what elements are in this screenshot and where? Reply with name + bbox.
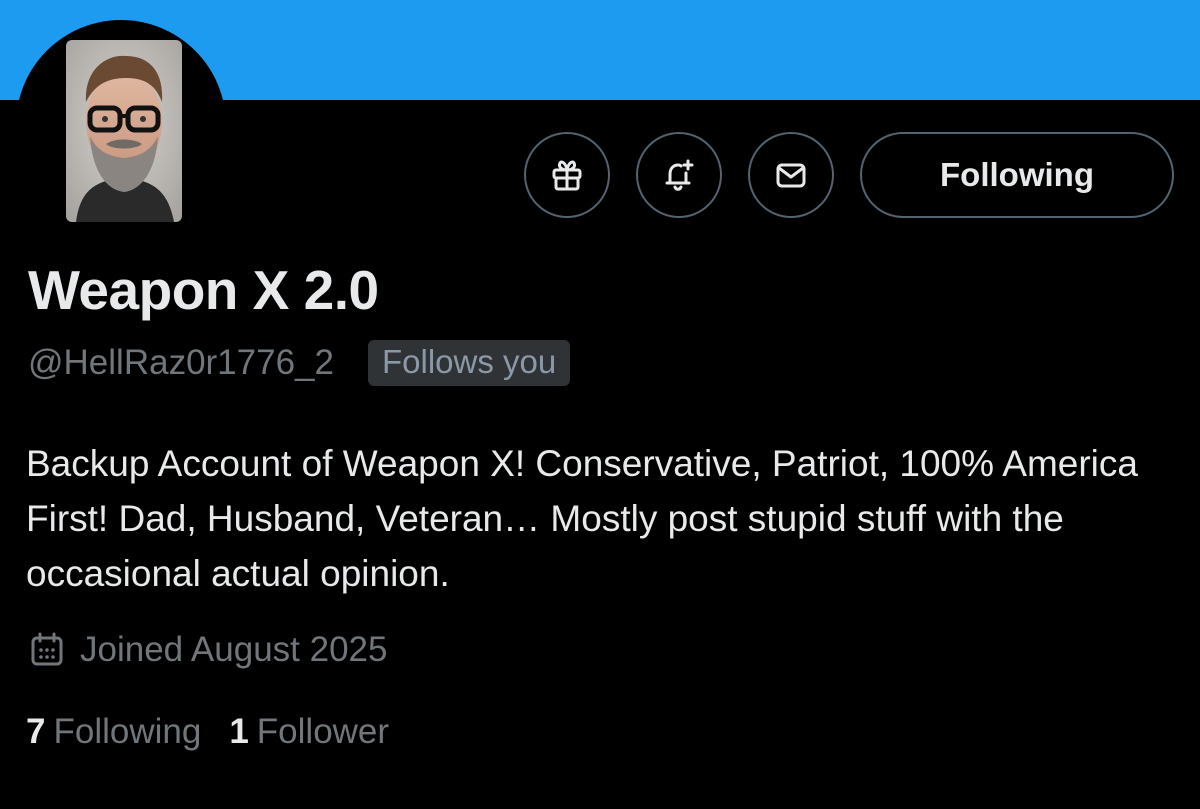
follow-stats: 7 Following 1 Follower (26, 712, 389, 752)
follows-you-badge: Follows you (367, 340, 571, 386)
avatar[interactable] (66, 40, 182, 222)
followers-label: Follower (256, 712, 390, 751)
envelope-icon (776, 163, 806, 188)
gift-button[interactable] (524, 132, 610, 218)
calendar-icon (31, 632, 63, 666)
notify-button[interactable] (636, 132, 722, 218)
profile-page: Following Weapon X 2.0 @HellRaz0r1776_2 … (0, 0, 1200, 809)
gift-icon (552, 160, 582, 191)
joined-date: Joined August 2025 (80, 630, 388, 669)
following-label: Following (53, 712, 202, 751)
user-handle: @HellRaz0r1776_2 (28, 343, 334, 382)
bell-plus-icon (665, 159, 694, 191)
followers-stat[interactable]: 1 Follower (229, 712, 389, 752)
following-stat[interactable]: 7 Following (26, 712, 201, 752)
handle-row: @HellRaz0r1776_2 Follows you (28, 340, 571, 386)
followers-count: 1 (229, 712, 249, 751)
message-button[interactable] (748, 132, 834, 218)
profile-photo (66, 40, 182, 222)
profile-bio: Backup Account of Weapon X! Conservative… (26, 443, 1138, 594)
following-count: 7 (26, 712, 46, 751)
following-button[interactable]: Following (860, 132, 1174, 218)
display-name: Weapon X 2.0 (28, 259, 379, 321)
joined-row: Joined August 2025 (28, 630, 387, 670)
